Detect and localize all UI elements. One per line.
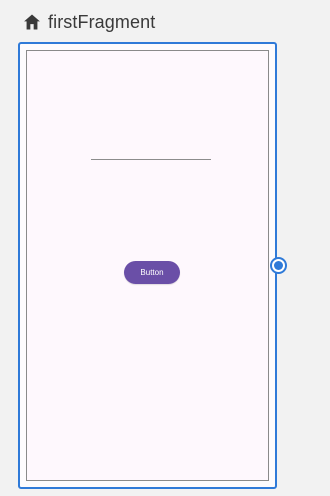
fragment-selection-frame[interactable]: Button	[18, 42, 277, 489]
fragment-header: firstFragment	[22, 11, 155, 33]
fragment-title: firstFragment	[48, 12, 156, 32]
fragment-preview-screen[interactable]: Button	[26, 50, 269, 481]
home-icon	[22, 12, 42, 32]
button[interactable]: Button	[124, 261, 180, 284]
edit-text-field[interactable]	[91, 159, 211, 160]
resize-handle[interactable]	[270, 257, 287, 274]
